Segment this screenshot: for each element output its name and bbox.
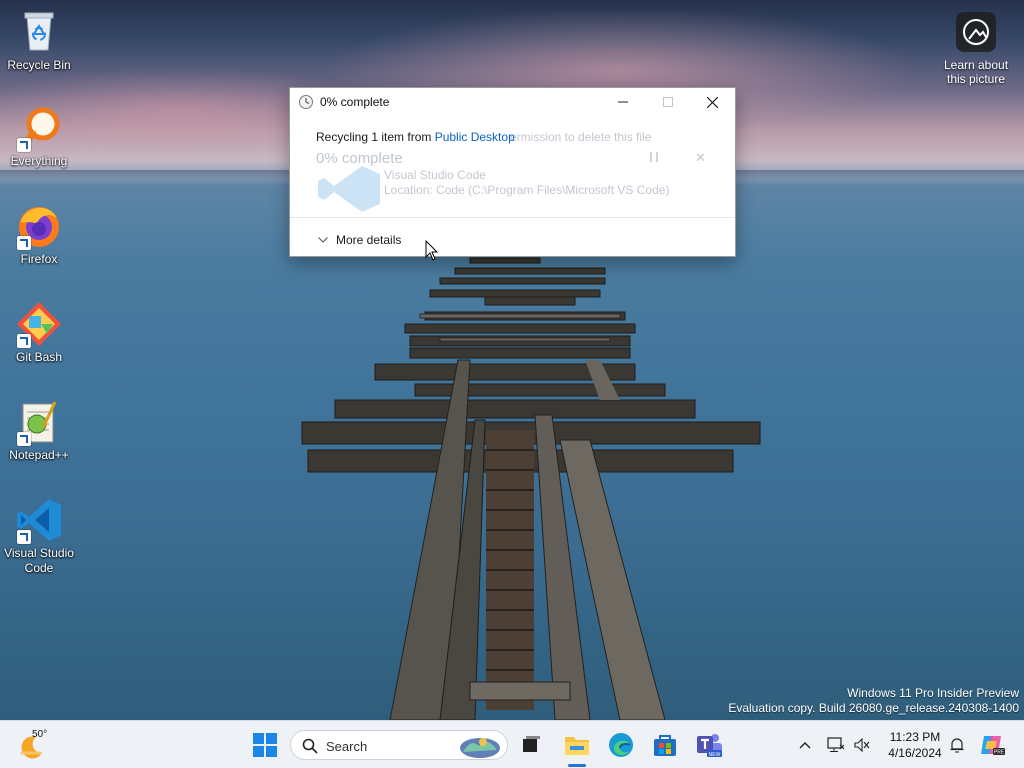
desktop-icon-label: Visual Studio Code [4,546,74,575]
volume-muted-icon [854,738,870,752]
taskbar-store[interactable] [648,721,682,768]
taskbar-edge[interactable] [604,721,638,768]
minimize-button[interactable] [600,88,645,116]
git-bash-icon [15,300,63,348]
recycle-progress-dialog: 0% complete ermission to delete this fil… [289,87,736,257]
clock-date: 4/16/2024 [888,746,942,760]
recycle-bin-icon [15,8,63,56]
maximize-button [645,88,690,116]
mouse-cursor-icon [425,240,439,261]
desktop-icon-label: Everything [10,154,68,168]
svg-text:PRE: PRE [994,750,1005,756]
recycling-prefix: Recycling 1 item from [316,130,435,144]
desktop-icon-label: Firefox [20,252,58,266]
volume-button[interactable] [852,721,872,768]
shortcut-arrow-icon [17,334,31,348]
taskbar-search[interactable]: Search [290,730,508,760]
taskbar-file-explorer[interactable] [560,721,594,768]
windows-watermark: Windows 11 Pro Insider Preview Evaluatio… [728,686,1019,716]
pier-image [301,257,761,720]
shortcut-arrow-icon [17,530,31,544]
desktop-icon-vscode[interactable]: Visual Studio Code [1,496,77,576]
more-details-label: More details [336,233,402,247]
task-view-button[interactable] [516,721,546,768]
dialog-titlebar[interactable]: 0% complete [290,88,735,116]
learn-about-picture[interactable]: Learn about this picture [936,12,1016,86]
firefox-icon [15,202,63,250]
shortcut-arrow-icon [17,138,31,152]
search-highlight-icon [460,738,500,758]
recycling-status: Recycling 1 item from Public Desktop [316,130,515,144]
recycling-location-link[interactable]: Public Desktop [435,130,515,144]
clock-time: 11:23 PM [889,730,941,744]
notifications-button[interactable] [946,721,968,768]
dialog-divider [290,217,735,218]
camera-info-icon [956,12,996,52]
close-icon [707,96,718,108]
taskbar-teams[interactable]: NEW [692,721,726,768]
chevron-down-icon [318,237,328,243]
notification-bell-icon [950,738,964,753]
ghost-permission-text: ermission to delete this file [510,130,652,144]
teams-icon: NEW [697,734,722,758]
desktop-icon-git-bash[interactable]: Git Bash [1,300,77,365]
vscode-faded-icon [316,164,382,217]
folder-icon [565,737,589,755]
close-button[interactable] [690,88,735,116]
minimize-icon [617,101,628,103]
everything-search-icon [15,104,63,152]
weather-temp: 50° [32,729,48,740]
ghost-item-location: Location: Code (C:\Program Files\Microso… [384,183,670,197]
vscode-icon [15,496,63,544]
desktop-icon-everything[interactable]: Everything [1,104,77,169]
network-icon [827,737,845,752]
watermark-line-2: Evaluation copy. Build 26080.ge_release.… [728,701,1019,715]
desktop-icon-recycle-bin[interactable]: Recycle Bin [1,8,77,73]
shortcut-arrow-icon [17,432,31,446]
desktop-icon-notepadpp[interactable]: Notepad++ [1,398,77,463]
windows-logo-icon [253,733,277,757]
ghost-item-name: Visual Studio Code [384,168,486,182]
store-icon [654,735,676,756]
taskbar: 50° Search NEW 11:23 PM 4/16/2024 PRE [0,720,1024,768]
progress-clock-icon [298,94,314,113]
pause-icon [650,152,658,162]
weather-widget[interactable]: 50° [14,721,54,768]
edge-icon [609,733,633,757]
shortcut-arrow-icon [17,236,31,250]
show-hidden-icons-button[interactable] [794,721,816,768]
desktop-icon-label: Notepad++ [9,448,69,462]
taskbar-clock[interactable]: 11:23 PM 4/16/2024 [880,729,950,761]
desktop-icon-firefox[interactable]: Firefox [1,202,77,267]
notepadpp-icon [15,398,63,446]
cancel-x-icon: ✕ [695,150,706,165]
network-button[interactable] [826,721,846,768]
desktop-icon-label: Git Bash [15,350,63,364]
active-indicator [568,764,586,767]
learn-about-label: Learn about this picture [943,58,1009,86]
copilot-icon: PRE [981,736,1005,756]
maximize-icon [662,97,673,107]
watermark-line-1: Windows 11 Pro Insider Preview [847,686,1019,700]
desktop-icon-label: Recycle Bin [7,58,71,72]
task-view-icon [523,736,540,752]
copilot-button[interactable]: PRE [978,721,1006,768]
search-label: Search [326,739,368,754]
search-icon [302,738,318,754]
start-button[interactable] [248,721,282,768]
chevron-up-icon [799,742,811,749]
dialog-title: 0% complete [320,95,390,109]
more-details-button[interactable]: More details [318,233,401,247]
svg-text:NEW: NEW [709,752,721,758]
